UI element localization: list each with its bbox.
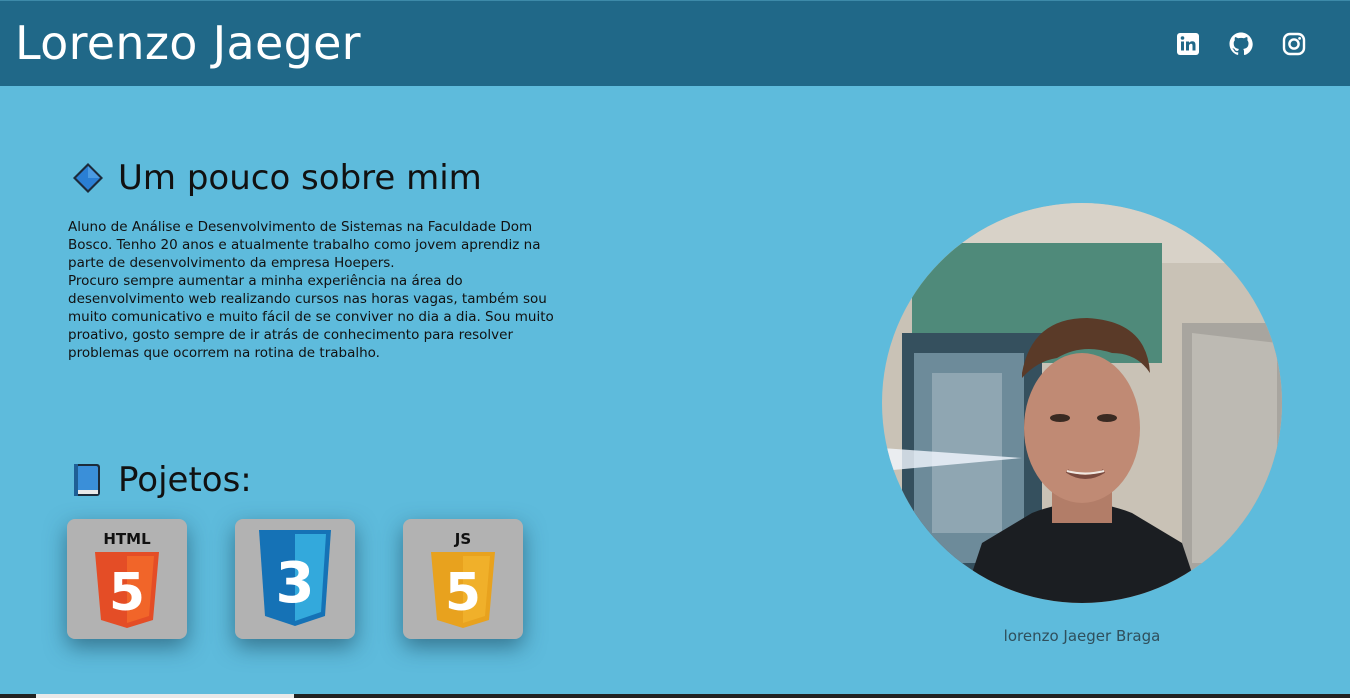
scrollbar-thumb[interactable] [36,694,294,698]
projects-heading-text: Pojetos: [118,460,252,500]
css3-logo: 3 [259,530,331,626]
about-paragraph: Aluno de Análise e Desenvolvimento de Si… [68,219,541,271]
diamond-icon [70,160,106,196]
about-text: Aluno de Análise e Desenvolvimento de Si… [68,218,580,362]
css-digit: 3 [276,551,315,616]
js-digit: 5 [445,563,481,623]
site-header: Lorenzo Jaeger [0,0,1350,86]
projects-heading: Pojetos: [70,460,252,500]
about-heading-text: Um pouco sobre mim [118,158,482,198]
profile-photo [882,203,1282,603]
about-paragraph: Procuro sempre aumentar a minha experiên… [68,273,554,361]
instagram-icon[interactable] [1281,31,1307,57]
profile-caption: lorenzo Jaeger Braga [1003,627,1161,645]
html-label: HTML [103,530,151,548]
html5-card[interactable]: HTML 5 [67,519,187,639]
css3-card[interactable]: 3 [235,519,355,639]
book-icon [70,462,106,498]
linkedin-icon[interactable] [1175,31,1201,57]
github-icon[interactable] [1228,31,1254,57]
js-logo: JS 5 [431,530,495,628]
html5-logo: HTML 5 [95,530,159,628]
about-heading: Um pouco sobre mim [70,158,482,198]
js-card[interactable]: JS 5 [403,519,523,639]
html-digit: 5 [109,563,145,623]
js-label: JS [454,530,471,548]
site-title: Lorenzo Jaeger [15,16,361,70]
